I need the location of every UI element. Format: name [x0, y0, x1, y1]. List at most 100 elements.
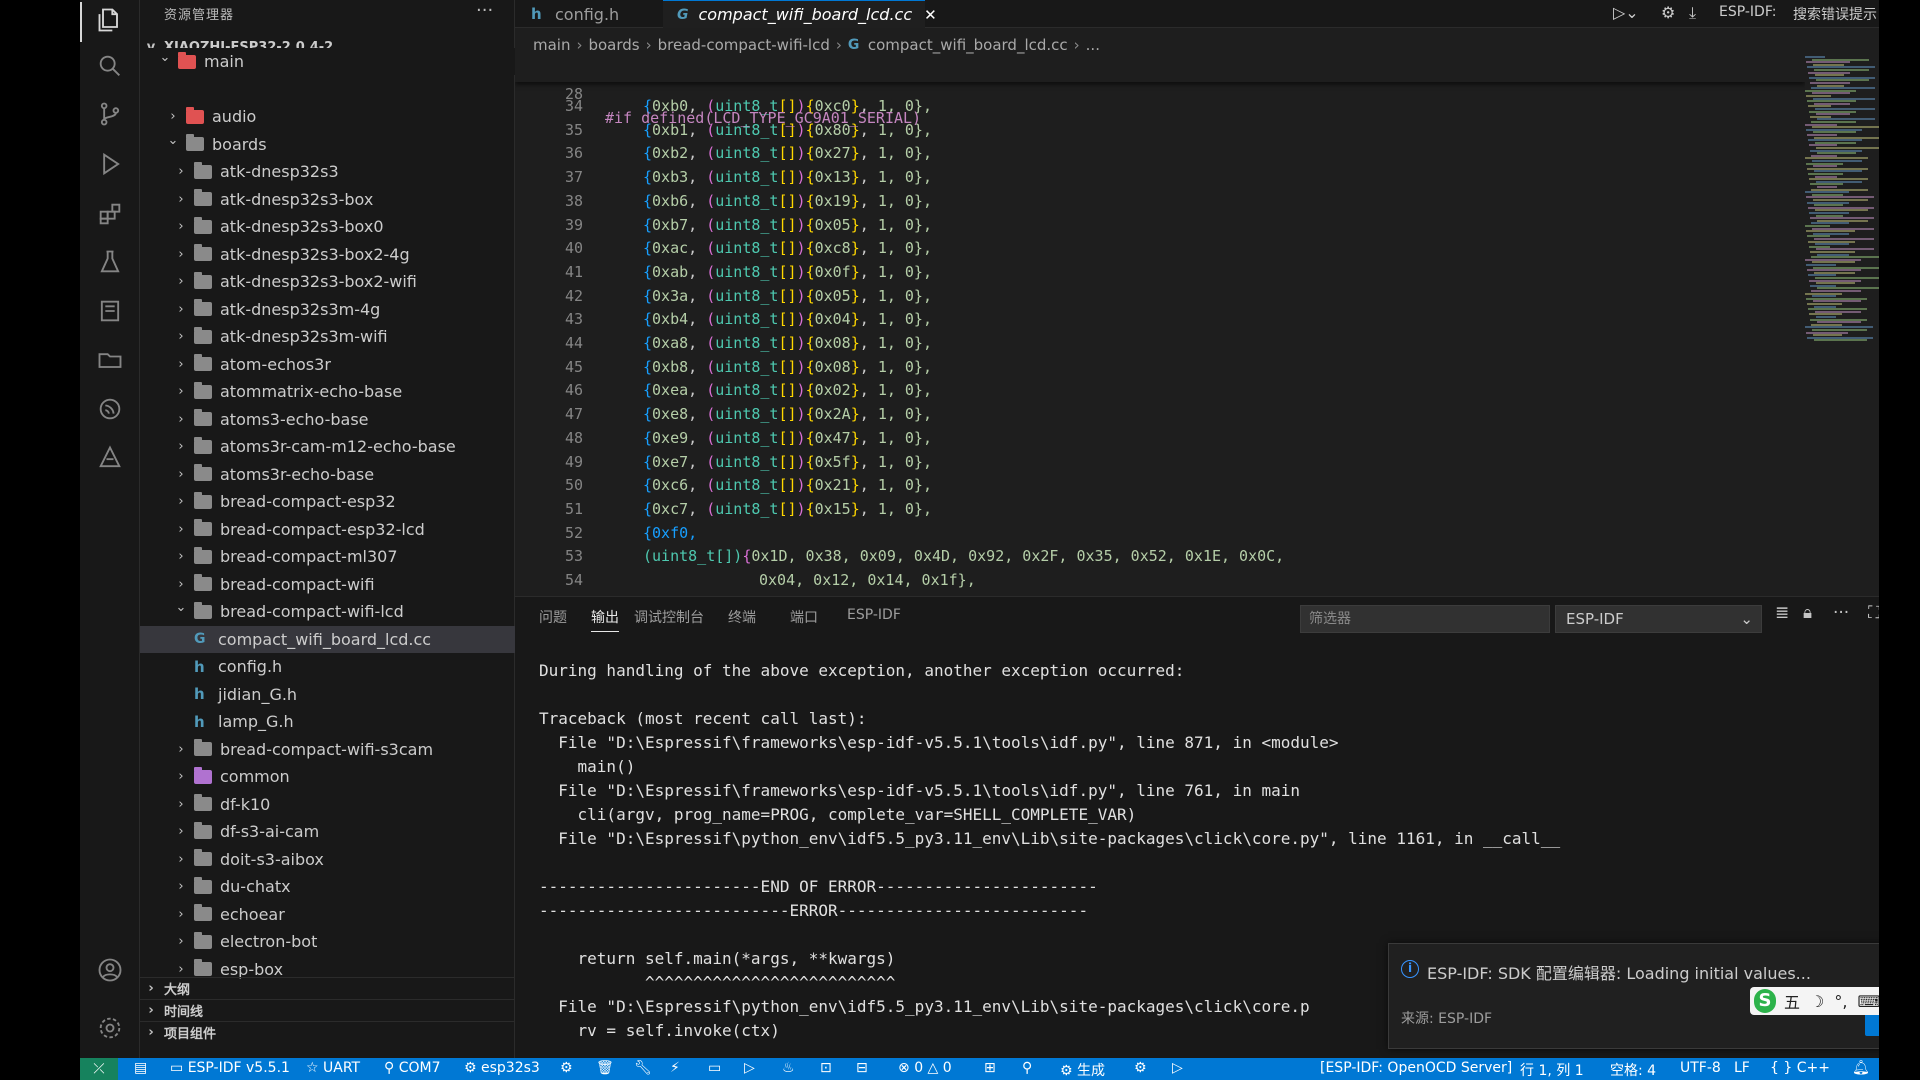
code-line[interactable]: 48 {0xe9, (uint8_t[]){0x47}, 1, 0}, [515, 426, 1805, 450]
tree-item[interactable]: › audio [140, 103, 515, 130]
minimap[interactable] [1805, 56, 1879, 356]
tree-item[interactable]: › df-s3-ai-cam [140, 818, 515, 845]
code-line[interactable]: 42 {0x3a, (uint8_t[]){0x05}, 1, 0}, [515, 284, 1805, 308]
code-line[interactable]: 41 {0xab, (uint8_t[]){0x0f}, 1, 0}, [515, 260, 1805, 284]
tree-item[interactable]: › bread-compact-wifi-s3cam [140, 736, 515, 763]
breadcrumb-item[interactable]: compact_wifi_board_lcd.cc [868, 36, 1068, 54]
keyboard-icon[interactable]: ⌨ [1857, 992, 1879, 1011]
code-line[interactable]: 47 {0xe8, (uint8_t[]){0x2A}, 1, 0}, [515, 402, 1805, 426]
settings-gear-icon[interactable] [94, 1012, 126, 1044]
notebook-icon[interactable] [94, 295, 126, 327]
code-line[interactable]: 46 {0xea, (uint8_t[]){0x02}, 1, 0}, [515, 378, 1805, 402]
gear-icon[interactable]: ⚙ [1661, 3, 1675, 22]
indentation[interactable]: 空格: 4 [1610, 1060, 1656, 1080]
panel-tab[interactable]: 终端 [728, 607, 756, 627]
generate-button[interactable]: ⚙ 生成 [1060, 1060, 1105, 1080]
com-port-button[interactable]: ⚲ COM7 [384, 1060, 441, 1076]
download-icon[interactable]: ⤓ [1689, 3, 1696, 23]
run-debug-icon[interactable] [94, 148, 126, 180]
maximize-icon[interactable]: ⛶ [1868, 603, 1879, 623]
bug-icon[interactable]: ⚙ [1134, 1060, 1147, 1076]
bell-icon[interactable]: 🔔︎ [1852, 1060, 1870, 1076]
breadcrumb-item[interactable]: bread-compact-wifi-lcd [658, 36, 830, 54]
build-icon[interactable]: 🔧︎ [634, 1060, 652, 1076]
sidebar-section[interactable]: › 大纲 [140, 977, 515, 999]
language-mode[interactable]: { } C++ [1770, 1060, 1830, 1076]
esp-idf-version[interactable]: ▭ ESP-IDF v5.5.1 [170, 1060, 290, 1076]
encoding[interactable]: UTF-8 [1680, 1060, 1721, 1076]
lock-icon[interactable]: 🔒︎ [1803, 603, 1812, 623]
target-button[interactable]: ⚙ esp32s3 [464, 1060, 540, 1076]
code-line[interactable]: 45 {0xb8, (uint8_t[]){0x08}, 1, 0}, [515, 355, 1805, 379]
pin-icon[interactable]: ⚲ [1022, 1060, 1032, 1076]
monitor-icon[interactable]: ▭ [708, 1060, 721, 1076]
punctuation-icon[interactable]: °, [1834, 992, 1847, 1011]
ime-item[interactable]: 五 [1784, 989, 1800, 1013]
tree-item[interactable]: › atoms3r-cam-m12-echo-base [140, 433, 515, 460]
search-error-hint-button[interactable]: 搜索错误提示 [1793, 4, 1877, 24]
cursor-position[interactable]: 行 1, 列 1 [1520, 1060, 1584, 1080]
explorer-more-icon[interactable]: ··· [476, 0, 493, 21]
sdk-config-icon[interactable]: ⚙ [560, 1060, 573, 1076]
full-clean-icon[interactable]: 🗑︎ [596, 1060, 614, 1076]
add-icon[interactable]: ⊞ [984, 1060, 996, 1076]
tree-item[interactable]: › du-chatx [140, 873, 515, 900]
tree-item[interactable]: › bread-compact-esp32-lcd [140, 516, 515, 543]
debug-icon[interactable]: ▷ [744, 1060, 755, 1076]
source-control-icon[interactable] [94, 98, 126, 130]
tree-item[interactable]: › atommatrix-echo-base [140, 378, 515, 405]
code-line[interactable]: 38 {0xb6, (uint8_t[]){0x19}, 1, 0}, [515, 189, 1805, 213]
openocd-server-status[interactable]: [ESP-IDF: OpenOCD Server] [1320, 1060, 1512, 1076]
tree-item[interactable]: › electron-bot [140, 928, 515, 955]
breadcrumb-item[interactable]: ... [1086, 36, 1100, 54]
tree-item[interactable]: ⌄ main [140, 48, 515, 75]
ime-toolbar[interactable]: S 五 ☽ °, ⌨ ♟ ▦ [1750, 987, 1879, 1015]
tree-item[interactable]: › atk-dnesp32s3-box2-wifi [140, 268, 515, 295]
line-ending[interactable]: LF [1734, 1060, 1750, 1076]
moon-icon[interactable]: ☽ [1810, 992, 1824, 1011]
play-icon[interactable]: ▷ [1172, 1060, 1183, 1076]
explorer-icon[interactable] [94, 4, 126, 36]
flash-icon[interactable]: ⚡︎ [670, 1060, 680, 1076]
panel-tab[interactable]: 问题 [539, 607, 567, 627]
tree-item[interactable]: › atk-dnesp32s3m-4g [140, 296, 515, 323]
tree-item[interactable]: › common [140, 763, 515, 790]
platform-icon[interactable] [94, 442, 126, 474]
tree-item[interactable]: h config.h [140, 653, 515, 680]
code-line[interactable]: 54 0x04, 0x12, 0x14, 0x1f}, [515, 568, 1805, 590]
tree-item[interactable]: › bread-compact-esp32 [140, 488, 515, 515]
tree-item[interactable]: › atom-echos3r [140, 351, 515, 378]
breadcrumb-item[interactable]: boards [588, 36, 639, 54]
search-icon[interactable] [94, 50, 126, 82]
sidebar-section[interactable]: › 项目组件 [140, 1021, 515, 1043]
code-line[interactable]: 40 {0xac, (uint8_t[]){0xc8}, 1, 0}, [515, 236, 1805, 260]
tree-item[interactable]: › df-k10 [140, 791, 515, 818]
output-channel-select[interactable]: ESP-IDF ⌄ [1555, 605, 1762, 633]
code-line[interactable]: 51 {0xc7, (uint8_t[]){0x15}, 1, 0}, [515, 497, 1805, 521]
tab-compact-wifi-board-lcd[interactable]: G compact_wifi_board_lcd.cc ✕ [663, 0, 937, 28]
explorer-status-icon[interactable]: ▤ [134, 1060, 147, 1076]
code-line[interactable]: 50 {0xc6, (uint8_t[]){0x21}, 1, 0}, [515, 473, 1805, 497]
code-line[interactable]: 39 {0xb7, (uint8_t[]){0x05}, 1, 0}, [515, 213, 1805, 237]
tree-item[interactable]: › atk-dnesp32s3-box [140, 186, 515, 213]
tree-item[interactable]: ⌄ bread-compact-wifi-lcd [140, 598, 515, 625]
run-icon[interactable]: ▷⌄ [1613, 3, 1639, 22]
tab-config-h[interactable]: h config.h [515, 0, 663, 28]
tree-item[interactable]: h jidian_G.h [140, 681, 515, 708]
tree-item[interactable]: Gcompact_wifi_board_lcd.cc [140, 625, 515, 653]
code-line[interactable]: 52 {0xf0, [515, 521, 1805, 545]
filter-input[interactable]: 筛选器 [1300, 605, 1550, 633]
tree-item[interactable]: › atk-dnesp32s3-box2-4g [140, 241, 515, 268]
panel-tab[interactable]: 端口 [790, 607, 818, 627]
tree-item[interactable]: › echoear [140, 901, 515, 928]
task-icon[interactable]: ⊟ [856, 1060, 868, 1076]
clear-output-icon[interactable]: ≣ [1775, 603, 1789, 623]
breadcrumb-item[interactable]: main [533, 36, 570, 54]
panel-tab[interactable]: ESP-IDF [847, 607, 901, 623]
code-line[interactable]: 49 {0xe7, (uint8_t[]){0x5f}, 1, 0}, [515, 450, 1805, 474]
problems-status[interactable]: ⊗ 0 △ 0 [898, 1060, 952, 1076]
remote-icon[interactable]: ⤫ [80, 1058, 118, 1080]
more-icon[interactable]: ··· [1833, 603, 1849, 623]
tree-item[interactable]: › atoms3r-echo-base [140, 461, 515, 488]
esp-idf-icon[interactable] [94, 393, 126, 425]
